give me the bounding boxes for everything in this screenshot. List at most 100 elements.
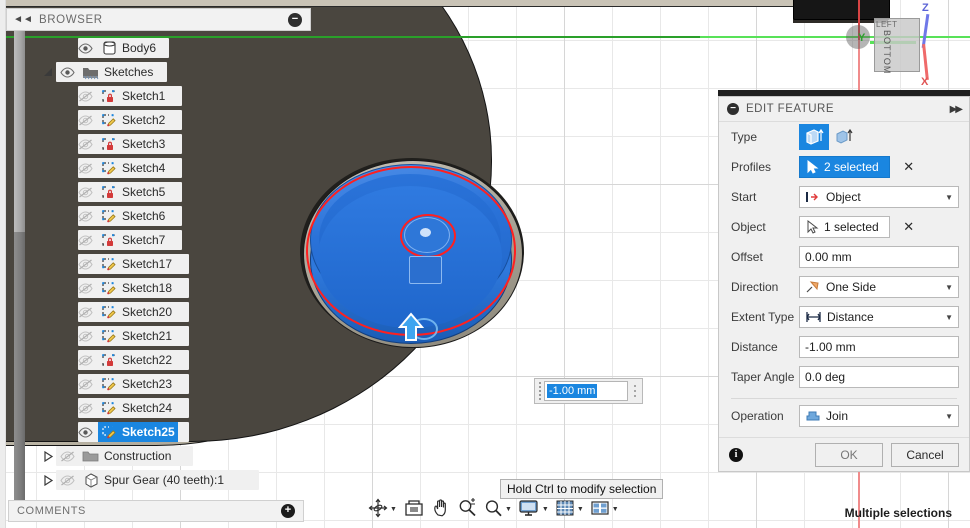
eye-hidden-icon[interactable] (74, 378, 96, 390)
chevron-down-icon[interactable]: ▼ (945, 283, 953, 292)
clear-x-icon[interactable]: ✕ (898, 159, 920, 175)
operation-dropdown[interactable]: Join ▼ (799, 405, 959, 427)
chevron-down-icon[interactable]: ▼ (945, 193, 953, 202)
extrude-profile-icon[interactable] (799, 124, 829, 150)
profiles-selection-button[interactable]: 2 selected (799, 156, 890, 178)
model-vertical-post-lower[interactable] (14, 232, 25, 508)
eye-hidden-icon[interactable] (56, 474, 78, 486)
info-icon[interactable]: i (729, 447, 743, 462)
zoom-icon[interactable] (457, 497, 477, 521)
minus-circle-icon[interactable]: − (727, 103, 739, 115)
browser-item-sketch1[interactable]: Sketch1 (40, 84, 260, 108)
taper-angle-input[interactable]: 0.0 deg (799, 366, 959, 388)
browser-tree[interactable]: Body6 Sketches Sketch1 Sketch2 Sketch3 Sketch… (40, 36, 260, 492)
eye-hidden-icon[interactable] (74, 162, 96, 174)
browser-item-sketch4[interactable]: Sketch4 (40, 156, 260, 180)
ok-button[interactable]: OK (815, 442, 883, 467)
direction-dropdown[interactable]: One Side ▼ (799, 276, 959, 298)
grid-snap-icon[interactable] (555, 498, 575, 521)
viewcube-label-left[interactable]: LEFT (876, 20, 898, 29)
feature-square-pocket[interactable] (409, 256, 442, 284)
eye-hidden-icon[interactable] (74, 138, 96, 150)
navbar-item-2[interactable] (429, 496, 453, 522)
orbit-icon[interactable] (368, 498, 388, 521)
browser-item-sketch24[interactable]: Sketch24 (40, 396, 260, 420)
expander-triangle-icon[interactable] (40, 474, 56, 486)
viewcube-label-bottom[interactable]: BOTTOM (882, 30, 892, 74)
view-cube[interactable]: LEFT BOTTOM Z X Y (858, 0, 950, 92)
eye-visible-icon[interactable] (74, 42, 96, 54)
double-chevron-right-icon[interactable]: ▶▶ (950, 104, 963, 115)
model-body-top-face[interactable] (0, 0, 820, 7)
browser-item-sketch23[interactable]: Sketch23 (40, 372, 260, 396)
double-chevron-left-icon[interactable]: ◄◄ (13, 12, 33, 28)
eye-hidden-icon[interactable] (74, 282, 96, 294)
clear-x-icon[interactable]: ✕ (898, 219, 920, 235)
drag-grip-icon[interactable] (535, 379, 544, 403)
browser-item-sketch21[interactable]: Sketch21 (40, 324, 260, 348)
expander-triangle-icon[interactable] (40, 67, 56, 78)
browser-item-sketch17[interactable]: Sketch17 (40, 252, 260, 276)
eye-hidden-icon[interactable] (74, 258, 96, 270)
browser-item-sketch2[interactable]: Sketch2 (40, 108, 260, 132)
browser-item-sketch25[interactable]: Sketch25 (40, 420, 260, 444)
more-options-icon[interactable] (628, 379, 642, 403)
look-at-icon[interactable] (403, 498, 425, 521)
eye-hidden-icon[interactable] (56, 450, 78, 462)
browser-item-sketch7[interactable]: Sketch7 (40, 228, 260, 252)
chevron-down-icon[interactable]: ▼ (612, 506, 619, 513)
extrude-direction-arrow-icon[interactable] (392, 312, 430, 346)
extrude-surface-icon[interactable] (829, 124, 859, 150)
distance-field[interactable]: -1.00 mm (544, 381, 628, 401)
minus-circle-icon[interactable]: − (288, 12, 302, 27)
navbar-item-0[interactable]: ▼ (366, 496, 399, 522)
browser-item-sketch22[interactable]: Sketch22 (40, 348, 260, 372)
browser-item-sketch5[interactable]: Sketch5 (40, 180, 260, 204)
browser-item-sketch6[interactable]: Sketch6 (40, 204, 260, 228)
browser-item-sketch3[interactable]: Sketch3 (40, 132, 260, 156)
navigation-toolbar[interactable]: ▼ ▼ ▼ ▼ ▼ (366, 494, 621, 524)
extent-type-dropdown[interactable]: Distance ▼ (799, 306, 959, 328)
browser-item-sketches[interactable]: Sketches (40, 60, 260, 84)
chevron-down-icon[interactable]: ▼ (577, 506, 584, 513)
object-selection-button[interactable]: 1 selected (799, 216, 890, 238)
chevron-down-icon[interactable]: ▼ (542, 506, 549, 513)
eye-hidden-icon[interactable] (74, 90, 96, 102)
zoom-window-icon[interactable] (483, 498, 503, 521)
pan-icon[interactable] (431, 498, 451, 521)
navbar-item-1[interactable] (401, 496, 427, 522)
chevron-down-icon[interactable]: ▼ (945, 412, 953, 421)
start-dropdown[interactable]: Object ▼ (799, 186, 959, 208)
eye-hidden-icon[interactable] (74, 354, 96, 366)
browser-item-sketch20[interactable]: Sketch20 (40, 300, 260, 324)
navbar-item-5[interactable]: ▼ (516, 496, 551, 522)
comments-panel[interactable]: COMMENTS + (8, 500, 304, 522)
eye-hidden-icon[interactable] (74, 114, 96, 126)
expander-triangle-icon[interactable] (40, 450, 56, 462)
eye-hidden-icon[interactable] (74, 186, 96, 198)
plus-circle-icon[interactable]: + (281, 504, 295, 518)
navbar-item-7[interactable]: ▼ (588, 496, 621, 522)
eye-visible-icon[interactable] (56, 66, 78, 78)
browser-item-sketch18[interactable]: Sketch18 (40, 276, 260, 300)
navbar-item-4[interactable]: ▼ (481, 496, 514, 522)
display-settings-icon[interactable] (518, 498, 540, 521)
cancel-button[interactable]: Cancel (891, 442, 959, 467)
eye-hidden-icon[interactable] (74, 234, 96, 246)
distance-input[interactable]: -1.00 mm (799, 336, 959, 358)
browser-item-body6[interactable]: Body6 (40, 36, 260, 60)
viewports-icon[interactable] (590, 498, 610, 521)
eye-hidden-icon[interactable] (74, 210, 96, 222)
navbar-item-6[interactable]: ▼ (553, 496, 586, 522)
eye-hidden-icon[interactable] (74, 330, 96, 342)
chevron-down-icon[interactable]: ▼ (390, 506, 397, 513)
canvas-distance-input[interactable]: -1.00 mm (534, 378, 643, 404)
browser-item-spur-gear-40-teeth-1[interactable]: Spur Gear (40 teeth):1 (40, 468, 260, 492)
browser-item-construction[interactable]: Construction (40, 444, 260, 468)
chevron-down-icon[interactable]: ▼ (945, 313, 953, 322)
eye-hidden-icon[interactable] (74, 306, 96, 318)
offset-input[interactable]: 0.00 mm (799, 246, 959, 268)
eye-hidden-icon[interactable] (74, 402, 96, 414)
chevron-down-icon[interactable]: ▼ (505, 506, 512, 513)
navbar-item-3[interactable] (455, 496, 479, 522)
